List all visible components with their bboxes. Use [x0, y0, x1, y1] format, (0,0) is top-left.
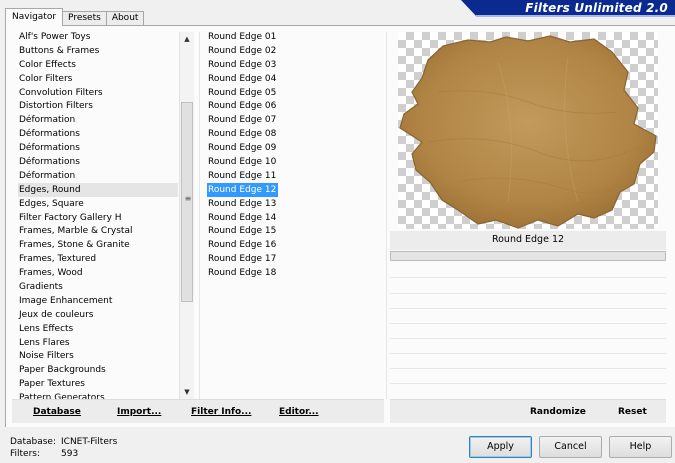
preview-toolbar: Randomize Reset — [390, 399, 666, 423]
list-toolbar: Database Import... Filter Info... Editor… — [12, 399, 384, 423]
category-item[interactable]: Déformations — [18, 141, 178, 155]
category-item[interactable]: Edges, Square — [18, 197, 178, 211]
paper-preview-image — [399, 35, 657, 229]
parameter-row — [390, 308, 666, 309]
category-item[interactable]: Buttons & Frames — [18, 44, 178, 58]
category-item[interactable]: Frames, Textured — [18, 252, 178, 266]
tab-bar: Navigator Presets About — [5, 8, 145, 26]
column-divider — [386, 32, 387, 399]
import-button[interactable]: Import... — [117, 406, 161, 418]
column-divider — [199, 32, 200, 399]
filter-item[interactable]: Round Edge 12 — [207, 182, 279, 197]
paper-shape — [399, 35, 657, 229]
category-list[interactable]: Alf's Power Toys Buttons & Frames Color Ef… — [18, 30, 178, 399]
scroll-thumb[interactable]: ≡ — [181, 102, 193, 302]
parameter-row — [390, 323, 666, 324]
category-item[interactable]: Lens Effects — [18, 322, 178, 336]
category-scrollbar[interactable]: ▲ ≡ ▼ — [179, 32, 194, 399]
scroll-up-arrow-icon[interactable]: ▲ — [180, 32, 194, 46]
filter-item[interactable]: Round Edge 10 — [207, 155, 278, 169]
category-item[interactable]: Distortion Filters — [18, 99, 178, 113]
filter-item[interactable]: Round Edge 09 — [207, 141, 278, 155]
filter-item[interactable]: Round Edge 06 — [207, 99, 278, 113]
scroll-down-arrow-icon[interactable]: ▼ — [180, 385, 194, 399]
parameter-row — [390, 383, 666, 384]
filter-item[interactable]: Round Edge 11 — [207, 169, 278, 183]
parameter-row — [390, 293, 666, 294]
filter-item[interactable]: Round Edge 02 — [207, 44, 278, 58]
category-item[interactable]: Image Enhancement — [18, 294, 178, 308]
category-item[interactable]: Frames, Marble & Crystal — [18, 224, 178, 238]
tab-about[interactable]: About — [105, 11, 145, 26]
database-button[interactable]: Database — [33, 406, 81, 418]
filter-item[interactable]: Round Edge 05 — [207, 86, 278, 100]
filter-item[interactable]: Round Edge 13 — [207, 197, 278, 211]
category-item[interactable]: Paper Textures — [18, 377, 178, 391]
randomize-button[interactable]: Randomize — [530, 406, 586, 418]
filter-item[interactable]: Round Edge 14 — [207, 211, 278, 225]
parameter-row — [390, 277, 666, 278]
category-item[interactable]: Color Filters — [18, 72, 178, 86]
category-item[interactable]: Frames, Stone & Granite — [18, 238, 178, 252]
category-item[interactable]: Jeux de couleurs — [18, 308, 178, 322]
filter-item[interactable]: Round Edge 17 — [207, 252, 278, 266]
filter-item[interactable]: Round Edge 04 — [207, 72, 278, 86]
tab-presets[interactable]: Presets — [62, 11, 107, 26]
category-item[interactable]: Alf's Power Toys — [18, 30, 178, 44]
parameter-row — [390, 338, 666, 339]
category-item[interactable]: Déformations — [18, 127, 178, 141]
apply-button[interactable]: Apply — [469, 436, 532, 458]
reset-button[interactable]: Reset — [618, 406, 647, 418]
tab-navigator[interactable]: Navigator — [5, 8, 64, 26]
grip-icon: ≡ — [184, 194, 192, 203]
filter-list[interactable]: Round Edge 01 Round Edge 02 Round Edge 03 R… — [207, 30, 377, 290]
filter-item[interactable]: Round Edge 01 — [207, 30, 278, 44]
category-item[interactable]: Noise Filters — [18, 349, 178, 363]
filters-count-label: Filters: — [10, 449, 41, 459]
filter-item[interactable]: Round Edge 08 — [207, 127, 278, 141]
cancel-button[interactable]: Cancel — [539, 436, 602, 458]
preview-filter-name: Round Edge 12 — [491, 234, 565, 245]
filter-item[interactable]: Round Edge 18 — [207, 266, 278, 280]
editor-button[interactable]: Editor... — [279, 406, 319, 418]
parameter-row — [390, 353, 666, 354]
help-button[interactable]: Help — [609, 436, 672, 458]
category-item[interactable]: Edges, Round — [18, 182, 178, 197]
category-item[interactable]: Color Effects — [18, 58, 178, 72]
filter-item[interactable]: Round Edge 16 — [207, 238, 278, 252]
category-item[interactable]: Paper Backgrounds — [18, 363, 178, 377]
category-item[interactable]: Lens Flares — [18, 336, 178, 350]
database-label: Database: — [10, 437, 56, 447]
parameter-row — [390, 368, 666, 369]
filter-item[interactable]: Round Edge 15 — [207, 224, 278, 238]
category-item[interactable]: Gradients — [18, 280, 178, 294]
category-item[interactable]: Convolution Filters — [18, 86, 178, 100]
category-item[interactable]: Déformation — [18, 169, 178, 183]
filter-item[interactable]: Round Edge 03 — [207, 58, 278, 72]
category-item[interactable]: Filter Factory Gallery H — [18, 211, 178, 225]
database-value: ICNET-Filters — [61, 437, 118, 447]
category-item[interactable]: Déformation — [18, 113, 178, 127]
filters-count-value: 593 — [61, 449, 79, 459]
filter-info-button[interactable]: Filter Info... — [191, 406, 251, 418]
banner-title: Filters Unlimited 2.0 — [525, 1, 668, 15]
category-item[interactable]: Frames, Wood — [18, 266, 178, 280]
category-item[interactable]: Pattern Generators — [18, 391, 178, 399]
preview-progress-bar — [390, 251, 666, 261]
category-item[interactable]: Déformations — [18, 155, 178, 169]
filter-item[interactable]: Round Edge 07 — [207, 113, 278, 127]
preview-canvas — [398, 32, 658, 229]
